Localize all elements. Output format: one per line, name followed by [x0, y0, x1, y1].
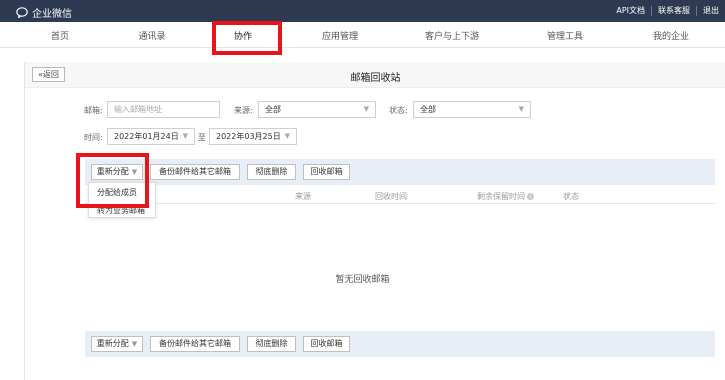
- nav-app-management[interactable]: 应用管理: [322, 29, 358, 42]
- chat-bubble-icon: [16, 7, 29, 19]
- backup-to-other-mailbox-button-bottom[interactable]: 备份邮件给其它邮箱: [150, 336, 240, 352]
- nav-home[interactable]: 首页: [51, 29, 69, 42]
- column-header-remaining-retention-label: 剩余保留时间: [477, 192, 525, 201]
- contact-support-link[interactable]: 联系客服: [651, 6, 696, 16]
- nav-management-tools[interactable]: 管理工具: [547, 29, 583, 42]
- permanent-delete-button[interactable]: 彻底删除: [247, 164, 296, 180]
- column-header-recycle-time: 回收时间: [375, 192, 407, 201]
- chevron-down-icon: ▼: [131, 340, 138, 348]
- nav-contacts[interactable]: 通讯录: [138, 29, 165, 42]
- nav-customers-upstream-downstream[interactable]: 客户与上下游: [425, 29, 479, 42]
- date-to-select[interactable]: 2022年03月25日 ▼: [209, 128, 297, 145]
- top-links: API文档 联系客服 退出: [610, 6, 725, 16]
- chevron-down-icon: ▼: [182, 132, 188, 140]
- column-header-status: 状态: [563, 192, 579, 201]
- mailbox-label: 邮箱:: [84, 106, 103, 115]
- source-label: 来源:: [234, 106, 253, 115]
- bottom-action-toolbar: 重新分配 ▼ 备份邮件给其它邮箱 彻底删除 回收邮箱: [85, 331, 715, 357]
- main-nav: 首页 通讯录 协作 应用管理 客户与上下游 管理工具 我的企业: [0, 22, 725, 48]
- highlight-box-reassign: [76, 153, 149, 208]
- chevron-down-icon: ▼: [284, 132, 290, 140]
- date-to-value: 2022年03月25日: [216, 132, 281, 141]
- panel-header: «返回 邮箱回收站: [25, 62, 725, 88]
- recover-mailbox-button-bottom[interactable]: 回收邮箱: [303, 336, 350, 352]
- status-label: 状态:: [389, 106, 408, 115]
- column-header-remaining-retention: 剩余保留时间 i: [477, 191, 534, 202]
- mailbox-search-input[interactable]: 输入邮箱地址: [107, 101, 220, 118]
- info-icon[interactable]: i: [527, 193, 534, 200]
- date-from-value: 2022年01月24日: [114, 132, 179, 141]
- status-select-value: 全部: [420, 105, 436, 114]
- column-header-source: 来源: [295, 192, 311, 201]
- api-docs-link[interactable]: API文档: [610, 6, 651, 16]
- status-select[interactable]: 全部 ▼: [413, 101, 531, 118]
- highlight-box-nav: [212, 21, 282, 55]
- app-logo-text: 企业微信: [32, 9, 72, 20]
- empty-state-message: 暂无回收邮箱: [335, 275, 390, 285]
- app-logo[interactable]: 企业微信: [16, 5, 72, 20]
- top-action-toolbar: 重新分配 ▼ 备份邮件给其它邮箱 彻底删除 回收邮箱: [85, 159, 715, 185]
- chevron-down-icon: ▼: [518, 105, 524, 113]
- page-title: 邮箱回收站: [350, 73, 401, 84]
- permanent-delete-button-bottom[interactable]: 彻底删除: [247, 336, 296, 352]
- source-select-value: 全部: [265, 105, 281, 114]
- time-label: 时间:: [84, 133, 103, 142]
- nav-my-enterprise[interactable]: 我的企业: [653, 29, 689, 42]
- backup-to-other-mailbox-button[interactable]: 备份邮件给其它邮箱: [150, 164, 240, 180]
- reassign-button-bottom-label: 重新分配: [96, 339, 129, 348]
- logout-link[interactable]: 退出: [696, 6, 725, 16]
- date-from-select[interactable]: 2022年01月24日 ▼: [107, 128, 195, 145]
- reassign-button-bottom[interactable]: 重新分配 ▼: [91, 336, 143, 352]
- chevron-down-icon: ▼: [363, 105, 369, 113]
- source-select[interactable]: 全部 ▼: [258, 101, 376, 118]
- recover-mailbox-button[interactable]: 回收邮箱: [303, 164, 350, 180]
- date-range-separator: 至: [198, 133, 206, 142]
- top-header: 企业微信 API文档 联系客服 退出: [0, 0, 725, 22]
- table-header: 来源 回收时间 剩余保留时间 i 状态: [85, 187, 715, 204]
